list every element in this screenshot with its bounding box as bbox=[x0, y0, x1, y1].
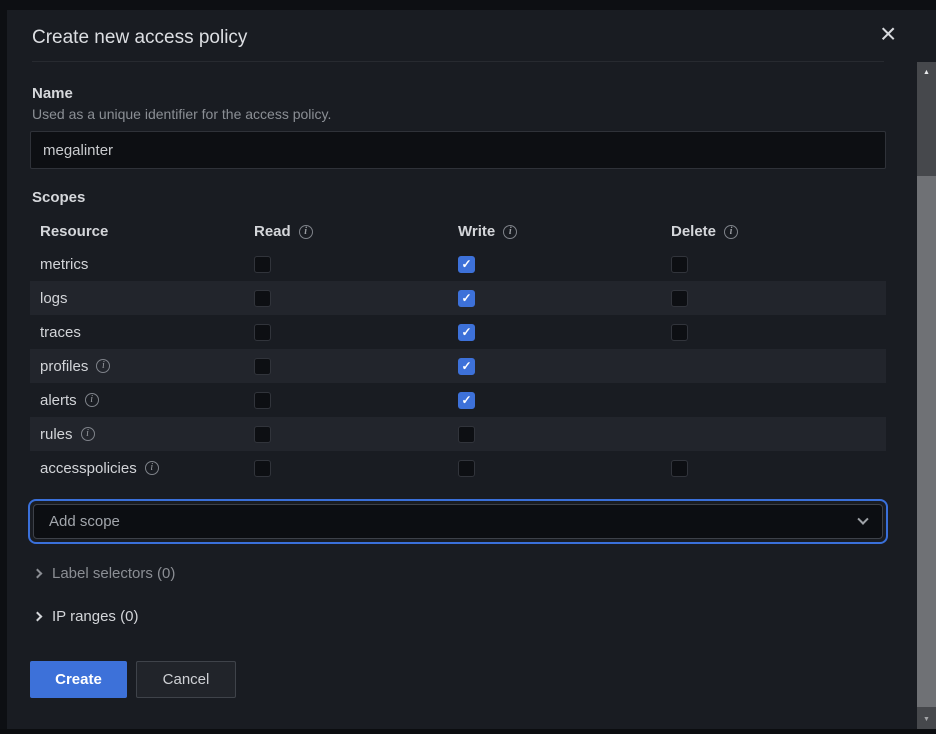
checkbox-read-metrics[interactable] bbox=[254, 256, 271, 273]
scope-row-traces: traces ✓ bbox=[30, 315, 886, 349]
modal-bottom-edge bbox=[0, 729, 936, 734]
scrollbar[interactable]: ▲ ▼ bbox=[917, 62, 936, 729]
column-header-write: Write i bbox=[458, 223, 671, 240]
scope-row-profiles: profilesi ✓ bbox=[30, 349, 886, 383]
checkbox-write-metrics[interactable]: ✓ bbox=[458, 256, 475, 273]
scope-row-logs: logs ✓ bbox=[30, 281, 886, 315]
scroll-down-icon[interactable]: ▼ bbox=[917, 711, 936, 727]
add-scope-placeholder: Add scope bbox=[49, 513, 120, 530]
cancel-button[interactable]: Cancel bbox=[136, 661, 236, 698]
close-icon[interactable]: × bbox=[880, 20, 896, 48]
add-scope-select[interactable]: Add scope bbox=[28, 499, 888, 544]
scopes-section-label: Scopes bbox=[32, 189, 85, 206]
checkbox-delete-accesspolicies[interactable] bbox=[671, 460, 688, 477]
add-scope-select-control[interactable]: Add scope bbox=[33, 504, 883, 539]
chevron-right-icon bbox=[33, 569, 43, 579]
scope-row-metrics: metrics ✓ bbox=[30, 247, 886, 281]
checkbox-read-rules[interactable] bbox=[254, 426, 271, 443]
section-ip-ranges[interactable]: IP ranges (0) bbox=[34, 608, 138, 625]
checkbox-read-traces[interactable] bbox=[254, 324, 271, 341]
section-label: Label selectors (0) bbox=[52, 565, 175, 582]
name-field-label: Name bbox=[32, 85, 73, 102]
info-icon[interactable]: i bbox=[85, 393, 99, 407]
checkbox-read-profiles[interactable] bbox=[254, 358, 271, 375]
info-icon[interactable]: i bbox=[724, 225, 738, 239]
column-header-resource: Resource bbox=[40, 223, 254, 240]
checkbox-read-accesspolicies[interactable] bbox=[254, 460, 271, 477]
section-label: IP ranges (0) bbox=[52, 608, 138, 625]
scrollbar-thumb[interactable] bbox=[917, 176, 936, 707]
scope-row-alerts: alertsi ✓ bbox=[30, 383, 886, 417]
modal-title: Create new access policy bbox=[32, 27, 247, 49]
checkbox-delete-metrics[interactable] bbox=[671, 256, 688, 273]
scope-resource-label: metrics bbox=[40, 256, 254, 273]
chevron-down-icon bbox=[857, 513, 868, 524]
column-header-delete: Delete i bbox=[671, 223, 886, 240]
checkbox-delete-traces[interactable] bbox=[671, 324, 688, 341]
section-label-selectors[interactable]: Label selectors (0) bbox=[34, 565, 175, 582]
create-button[interactable]: Create bbox=[30, 661, 127, 698]
scope-row-accesspolicies: accesspoliciesi bbox=[30, 451, 886, 485]
info-icon[interactable]: i bbox=[503, 225, 517, 239]
header-divider bbox=[32, 61, 884, 62]
scope-resource-label: rulesi bbox=[40, 426, 254, 443]
info-icon[interactable]: i bbox=[96, 359, 110, 373]
scope-row-rules: rulesi bbox=[30, 417, 886, 451]
scope-resource-label: logs bbox=[40, 290, 254, 307]
checkbox-write-traces[interactable]: ✓ bbox=[458, 324, 475, 341]
scroll-up-icon[interactable]: ▲ bbox=[917, 64, 936, 80]
checkbox-write-profiles[interactable]: ✓ bbox=[458, 358, 475, 375]
scope-resource-label: traces bbox=[40, 324, 254, 341]
info-icon[interactable]: i bbox=[145, 461, 159, 475]
checkbox-read-alerts[interactable] bbox=[254, 392, 271, 409]
checkbox-write-accesspolicies[interactable] bbox=[458, 460, 475, 477]
scope-resource-label: accesspoliciesi bbox=[40, 460, 254, 477]
name-field-description: Used as a unique identifier for the acce… bbox=[32, 106, 331, 122]
column-header-read: Read i bbox=[254, 223, 458, 240]
checkbox-write-alerts[interactable]: ✓ bbox=[458, 392, 475, 409]
chevron-right-icon bbox=[33, 612, 43, 622]
checkbox-read-logs[interactable] bbox=[254, 290, 271, 307]
checkbox-delete-logs[interactable] bbox=[671, 290, 688, 307]
scopes-table: Resource Read i Write i Delete i metrics… bbox=[30, 216, 886, 485]
info-icon[interactable]: i bbox=[81, 427, 95, 441]
scope-resource-label: profilesi bbox=[40, 358, 254, 375]
checkbox-write-rules[interactable] bbox=[458, 426, 475, 443]
scopes-table-header: Resource Read i Write i Delete i bbox=[30, 216, 886, 247]
name-input[interactable] bbox=[30, 131, 886, 169]
checkbox-write-logs[interactable]: ✓ bbox=[458, 290, 475, 307]
info-icon[interactable]: i bbox=[299, 225, 313, 239]
scope-resource-label: alertsi bbox=[40, 392, 254, 409]
